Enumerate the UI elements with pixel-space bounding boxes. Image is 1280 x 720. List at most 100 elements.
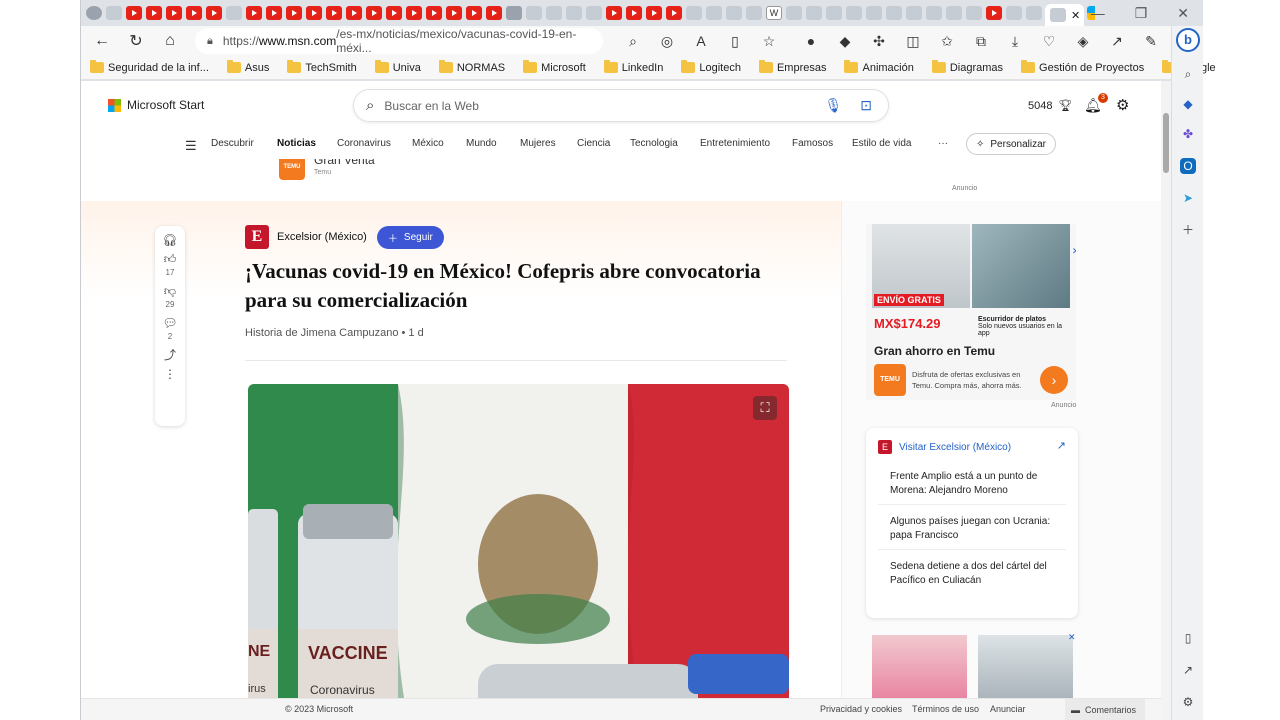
collections-icon[interactable]: ⧉: [964, 26, 998, 56]
bookmark-folder[interactable]: Logitech: [681, 60, 741, 74]
tab-youtube-icon[interactable]: [286, 6, 302, 20]
favorite-star-icon[interactable]: ☆: [752, 26, 786, 56]
zoom-icon[interactable]: ⌕: [616, 26, 650, 56]
nav-mujeres[interactable]: Mujeres: [520, 138, 556, 149]
favorites-icon[interactable]: ✩: [930, 26, 964, 56]
tab-youtube-icon[interactable]: [126, 6, 142, 20]
immersive-reader-icon[interactable]: ▯: [718, 26, 752, 56]
tab-youtube-icon[interactable]: [606, 6, 622, 20]
related-story[interactable]: Algunos países juegan con Ucrania: papa …: [878, 509, 1066, 550]
active-tab[interactable]: ✕: [1045, 4, 1085, 26]
tab-icon[interactable]: [226, 6, 242, 20]
settings-gear-icon[interactable]: ⚙: [1116, 96, 1129, 114]
terms-link[interactable]: Términos de uso: [912, 704, 979, 714]
bookmark-folder[interactable]: LinkedIn: [603, 60, 663, 74]
microphone-icon[interactable]: 🎙︎: [824, 97, 842, 114]
tab-icon[interactable]: [846, 6, 862, 20]
sidebar-search-icon[interactable]: ⌕: [1180, 66, 1196, 82]
tab-youtube-icon[interactable]: [386, 6, 402, 20]
related-story[interactable]: Sedena detiene a dos del cártel del Pací…: [878, 554, 1066, 594]
tab-icon[interactable]: [506, 6, 522, 20]
bookmark-folder[interactable]: Seguridad de la inf...: [90, 60, 209, 74]
tab-icon[interactable]: [586, 6, 602, 20]
tab-actions-icon[interactable]: [106, 6, 122, 20]
tab-youtube-icon[interactable]: [206, 6, 222, 20]
sidebar-tools-icon[interactable]: ✤: [1180, 126, 1196, 142]
publisher-name[interactable]: Excelsior (México): [277, 231, 367, 243]
tab-icon[interactable]: [806, 6, 822, 20]
article-hero-image[interactable]: VACCINE Coronavirus NE irus ⛶: [248, 384, 789, 720]
extension-icon[interactable]: ◆: [828, 26, 862, 56]
visit-publisher-link[interactable]: E Visitar Excelsior (México): [878, 440, 1011, 454]
dislike-button[interactable]: 👎︎ 29: [164, 285, 176, 311]
performance-icon[interactable]: ♡: [1032, 26, 1066, 56]
lock-icon[interactable]: 🔒︎: [207, 35, 213, 48]
page-scrollbar[interactable]: [1161, 81, 1171, 720]
tab-youtube-icon[interactable]: [306, 6, 322, 20]
nav-more[interactable]: ···: [938, 138, 948, 149]
extension-puzzle-icon[interactable]: ✎: [1134, 26, 1168, 56]
tab-icon[interactable]: [826, 6, 842, 20]
read-aloud-icon[interactable]: A: [684, 26, 718, 56]
tab-youtube-icon[interactable]: [646, 6, 662, 20]
sidebar-external-icon[interactable]: ↗: [1180, 662, 1196, 678]
tab-youtube-icon[interactable]: [366, 6, 382, 20]
address-bar[interactable]: 🔒︎ https://www.msn.com/es-mx/noticias/me…: [195, 27, 603, 55]
extension-icon[interactable]: ●: [794, 26, 828, 56]
back-icon[interactable]: ←: [85, 27, 119, 55]
bookmark-folder[interactable]: TechSmith: [287, 60, 357, 74]
like-button[interactable]: 👍︎ 17: [164, 253, 177, 279]
nav-coronavirus[interactable]: Coronavirus: [337, 138, 391, 149]
tab-icon[interactable]: [546, 6, 562, 20]
tab-youtube-icon[interactable]: [326, 6, 342, 20]
ad-arrow-button[interactable]: ›: [1040, 366, 1068, 394]
adchoices-close-icon[interactable]: ✕: [1068, 632, 1076, 643]
rewards-points[interactable]: 5048 🏆︎: [1028, 99, 1072, 113]
bookmark-folder[interactable]: Diagramas: [931, 60, 1003, 74]
tab-youtube-icon[interactable]: [446, 6, 462, 20]
tab-icon[interactable]: [906, 6, 922, 20]
tab-icon[interactable]: [886, 6, 902, 20]
excelsior-logo[interactable]: E: [245, 225, 269, 249]
comments-button[interactable]: ▬ Comentarios: [1065, 699, 1145, 720]
tab-youtube-icon[interactable]: [246, 6, 262, 20]
top-advertisement[interactable]: TEMU Gran Venta Temu Anuncio: [81, 159, 1161, 201]
tab-youtube-icon[interactable]: [406, 6, 422, 20]
tab-icon[interactable]: [786, 6, 802, 20]
listen-button[interactable]: 🎧︎: [162, 234, 177, 247]
tab-youtube-icon[interactable]: [666, 6, 682, 20]
download-icon[interactable]: ⤓: [998, 26, 1032, 56]
nav-tecnologia[interactable]: Tecnologia: [630, 138, 678, 149]
sidebar-layout-icon[interactable]: ▯: [1180, 630, 1196, 646]
tab-icon[interactable]: [566, 6, 582, 20]
minimize-icon[interactable]: —: [1091, 5, 1105, 21]
tab-youtube-icon[interactable]: [466, 6, 482, 20]
tab-icon[interactable]: [946, 6, 962, 20]
tab-icon[interactable]: [1006, 6, 1022, 20]
sidebar-shopping-icon[interactable]: ◆: [1180, 96, 1196, 112]
tab-icon[interactable]: [866, 6, 882, 20]
sidebar-telegram-icon[interactable]: ➤: [1180, 190, 1196, 206]
adchoices-close-icon[interactable]: ✕: [1072, 246, 1076, 257]
microsoft-start-logo[interactable]: Microsoft Start: [108, 98, 204, 112]
bookmark-folder[interactable]: Microsoft: [523, 60, 586, 74]
advertise-link[interactable]: Anunciar: [990, 704, 1026, 714]
sidebar-settings-icon[interactable]: ⚙: [1180, 694, 1196, 710]
tab-youtube-icon[interactable]: [986, 6, 1002, 20]
tab-youtube-icon[interactable]: [426, 6, 442, 20]
sidebar-outlook-icon[interactable]: O: [1180, 158, 1196, 174]
tab-youtube-icon[interactable]: [146, 6, 162, 20]
browser-essentials-icon[interactable]: ◈: [1066, 26, 1100, 56]
maximize-icon[interactable]: ❐: [1135, 5, 1148, 22]
nav-entretenimiento[interactable]: Entretenimiento: [700, 138, 770, 149]
bookmark-folder[interactable]: NORMAS: [438, 60, 505, 74]
refresh-icon[interactable]: ↻: [119, 27, 153, 55]
nav-descubrir[interactable]: Descubrir: [211, 138, 254, 149]
split-screen-icon[interactable]: ◫: [896, 26, 930, 56]
tab-youtube-icon[interactable]: [626, 6, 642, 20]
external-link-icon[interactable]: ↗: [1057, 439, 1066, 452]
scrollbar-thumb[interactable]: [1163, 113, 1169, 173]
fullscreen-icon[interactable]: ⛶: [753, 396, 777, 420]
bookmark-folder[interactable]: Univa: [374, 60, 421, 74]
tab-icon[interactable]: [726, 6, 742, 20]
